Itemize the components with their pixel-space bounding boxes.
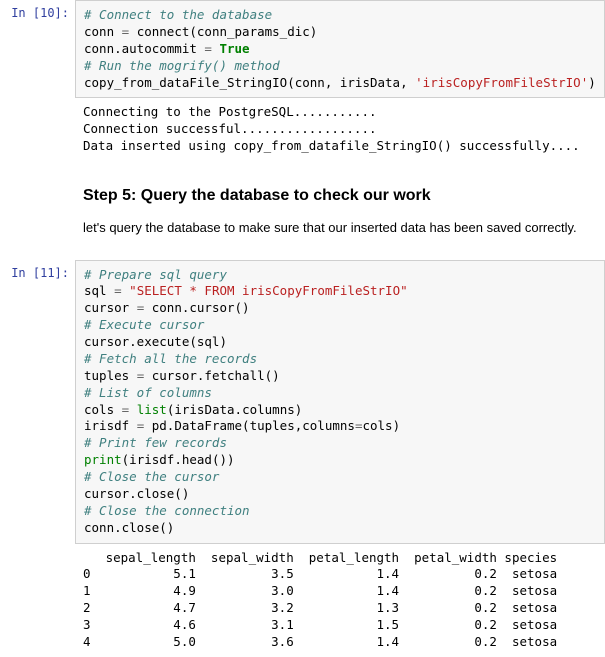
markdown-content: Step 5: Query the database to check our … xyxy=(75,161,605,260)
code-line: conn = connect(conn_params_dic) xyxy=(84,24,317,39)
code-line: tuples = cursor.fetchall() xyxy=(84,368,280,383)
code-line: conn.autocommit = True xyxy=(84,41,250,56)
code-line: # List of columns xyxy=(84,385,212,400)
code-line: cursor.close() xyxy=(84,486,189,501)
code-line: # Print few records xyxy=(84,435,227,450)
code-line: # Connect to the database xyxy=(84,7,272,22)
code-line: # Prepare sql query xyxy=(84,267,227,282)
stdout-11: sepal_length sepal_width petal_length pe… xyxy=(75,544,605,657)
code-line: # Close the cursor xyxy=(84,469,219,484)
code-line: # Fetch all the records xyxy=(84,351,257,366)
output-cell-11: . sepal_length sepal_width petal_length … xyxy=(0,544,605,657)
code-line: cursor = conn.cursor() xyxy=(84,300,250,315)
code-line: print(irisdf.head()) xyxy=(84,452,235,467)
markdown-prompt xyxy=(0,161,75,260)
stdout-10: Connecting to the PostgreSQL........... … xyxy=(75,98,605,161)
code-line: copy_from_dataFile_StringIO(conn, irisDa… xyxy=(84,75,596,90)
code-cell-10: In [10]: # Connect to the database conn … xyxy=(0,0,605,98)
input-prompt-10: In [10]: xyxy=(0,0,75,98)
output-cell-10: . Connecting to the PostgreSQL..........… xyxy=(0,98,605,161)
code-line: cursor.execute(sql) xyxy=(84,334,227,349)
code-input-10[interactable]: # Connect to the database conn = connect… xyxy=(75,0,605,98)
code-line: cols = list(irisData.columns) xyxy=(84,402,302,417)
code-line: sql = "SELECT * FROM irisCopyFromFileStr… xyxy=(84,283,408,298)
input-prompt-11: In [11]: xyxy=(0,260,75,544)
code-line: irisdf = pd.DataFrame(tuples,columns=col… xyxy=(84,418,400,433)
code-line: # Execute cursor xyxy=(84,317,204,332)
step-description: let's query the database to make sure th… xyxy=(83,219,597,237)
code-input-11[interactable]: # Prepare sql query sql = "SELECT * FROM… xyxy=(75,260,605,544)
code-line: # Close the connection xyxy=(84,503,250,518)
step-heading: Step 5: Query the database to check our … xyxy=(83,185,597,207)
code-cell-11: In [11]: # Prepare sql query sql = "SELE… xyxy=(0,260,605,544)
code-line: conn.close() xyxy=(84,520,174,535)
markdown-cell: Step 5: Query the database to check our … xyxy=(0,161,605,260)
code-line: # Run the mogrify() method xyxy=(84,58,280,73)
